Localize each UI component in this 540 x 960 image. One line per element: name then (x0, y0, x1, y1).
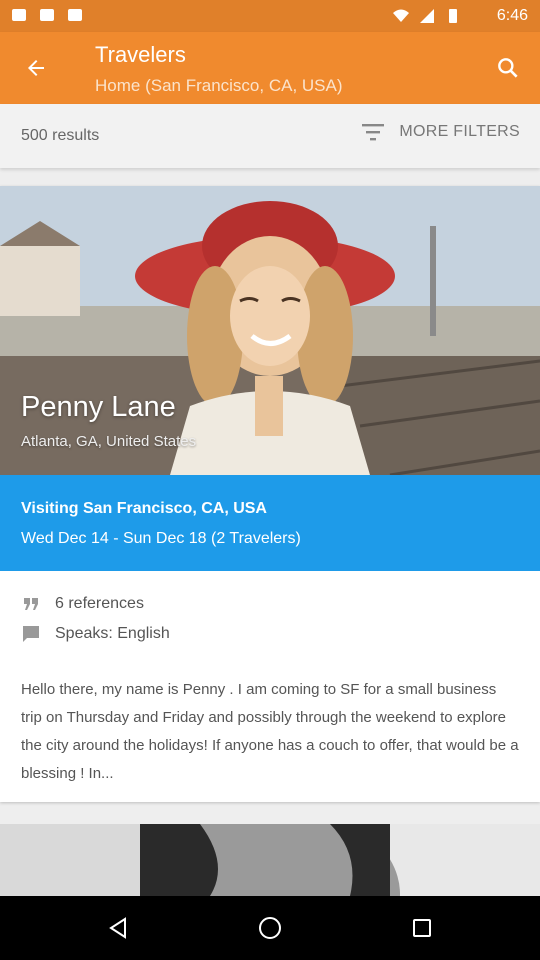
traveler-description: Hello there, my name is Penny . I am com… (21, 681, 519, 782)
wifi-icon (393, 9, 409, 22)
references-row: 6 references (21, 594, 521, 614)
notification-icon (40, 9, 54, 21)
arrow-back-icon (28, 60, 44, 76)
nav-home-button[interactable] (254, 912, 286, 944)
notification-icon (68, 9, 82, 21)
clock: 6:46 (496, 7, 528, 24)
results-count: 500 results (21, 127, 100, 144)
quote-icon (24, 598, 38, 610)
search-icon (498, 58, 518, 78)
languages-row: Speaks: English (21, 624, 521, 644)
traveler-card[interactable]: Penny Lane Atlanta, GA, United States Vi… (0, 186, 540, 802)
nav-back-button[interactable] (102, 912, 134, 944)
search-button[interactable] (488, 48, 528, 88)
visiting-destination: Visiting San Francisco, CA, USA (21, 500, 267, 517)
traveler-card-next[interactable] (0, 824, 540, 896)
visit-dates: Wed Dec 14 - Sun Dec 18 (2 Travelers) (21, 530, 301, 547)
home-circle-icon (259, 917, 281, 939)
languages-text: Speaks: English (55, 625, 170, 642)
photo-illustration (0, 186, 540, 475)
traveler-location: Atlanta, GA, United States (21, 433, 197, 450)
system-navigation-bar (0, 896, 540, 960)
recents-square-icon (413, 919, 431, 937)
filter-bar: 500 results MORE FILTERS (0, 104, 540, 168)
app-bar: Travelers Home (San Francisco, CA, USA) (0, 32, 540, 104)
filter-icon (362, 124, 385, 141)
more-filters-button[interactable]: MORE FILTERS (361, 122, 520, 142)
more-filters-label: MORE FILTERS (399, 123, 520, 140)
references-count: 6 references (55, 595, 144, 612)
system-icons (392, 8, 462, 24)
status-bar: 6:46 (0, 0, 540, 32)
signal-icon (420, 9, 434, 23)
battery-icon (449, 9, 457, 23)
visit-banner: Visiting San Francisco, CA, USA Wed Dec … (0, 475, 540, 571)
page-title: Travelers (95, 42, 186, 67)
traveler-name: Penny Lane (21, 391, 176, 423)
back-triangle-icon (109, 917, 126, 939)
traveler-photo: Penny Lane Atlanta, GA, United States (0, 186, 540, 475)
nav-recents-button[interactable] (406, 912, 438, 944)
notification-icons (10, 7, 84, 23)
page-subtitle: Home (San Francisco, CA, USA) (95, 76, 343, 95)
notification-icon (12, 9, 26, 21)
next-traveler-photo (0, 824, 540, 896)
chat-icon (23, 626, 39, 642)
back-button[interactable] (16, 48, 56, 88)
